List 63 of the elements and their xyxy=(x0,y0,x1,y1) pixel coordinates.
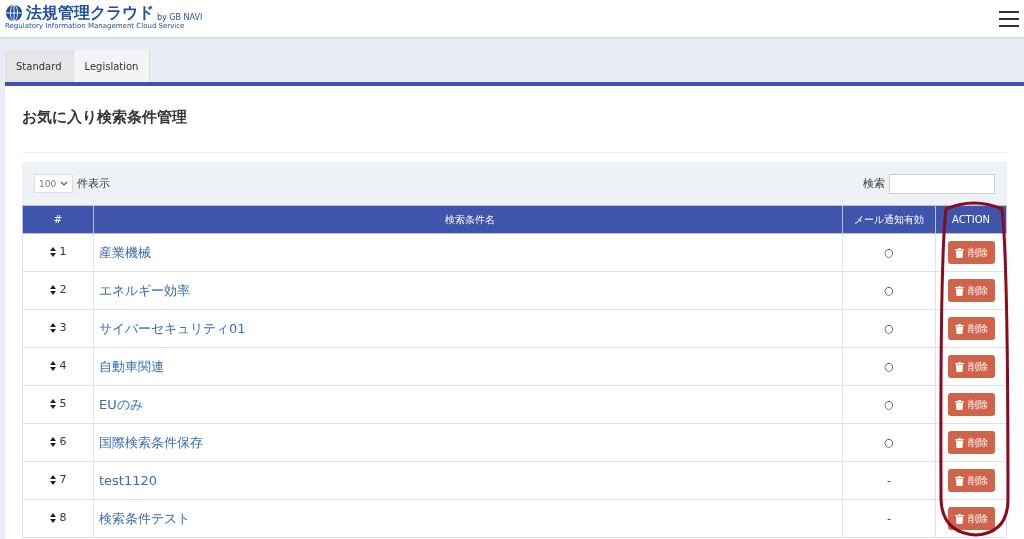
delete-button[interactable]: 削除 xyxy=(947,279,995,302)
drag-handle-icon[interactable] xyxy=(49,360,56,371)
mail-status: ○ xyxy=(884,360,894,373)
row-number: 2 xyxy=(59,283,67,297)
row-number: 1 xyxy=(59,245,67,259)
condition-link[interactable]: 国際検索条件保存 xyxy=(99,434,203,450)
delete-button[interactable]: 削除 xyxy=(947,241,995,264)
condition-link[interactable]: test1120 xyxy=(99,473,158,488)
mail-status: - xyxy=(887,512,891,525)
mail-status: - xyxy=(887,474,891,487)
condition-link[interactable]: エネルギー効率 xyxy=(99,282,190,298)
condition-link[interactable]: 検索条件テスト xyxy=(99,510,190,526)
trash-icon xyxy=(954,285,964,296)
drag-handle-icon[interactable] xyxy=(49,322,56,333)
drag-handle-icon[interactable] xyxy=(49,512,56,523)
search-field[interactable] xyxy=(889,173,995,194)
mail-status: ○ xyxy=(884,284,894,297)
chevron-down-icon xyxy=(60,181,69,186)
column-header: # xyxy=(22,205,94,234)
condition-link[interactable]: 産業機械 xyxy=(99,244,151,260)
logo-byline: by GB NAVI xyxy=(157,12,203,22)
drag-handle-icon[interactable] xyxy=(49,284,56,295)
mail-status: ○ xyxy=(884,398,894,411)
delete-button[interactable]: 削除 xyxy=(947,469,995,492)
mail-status: ○ xyxy=(884,246,894,259)
tab[interactable]: Standard xyxy=(5,50,74,82)
page-size-label: 件表示 xyxy=(77,176,111,191)
trash-icon xyxy=(954,513,964,524)
delete-button[interactable]: 削除 xyxy=(947,431,995,454)
row-number: 6 xyxy=(59,435,67,449)
condition-link[interactable]: 自動車関連 xyxy=(99,358,164,374)
trash-icon xyxy=(954,361,964,372)
delete-button[interactable]: 削除 xyxy=(947,317,995,340)
drag-handle-icon[interactable] xyxy=(49,436,56,447)
drag-handle-icon[interactable] xyxy=(49,474,56,485)
row-number: 7 xyxy=(59,473,67,487)
mail-status: ○ xyxy=(884,436,894,449)
trash-icon xyxy=(954,323,964,334)
column-header: メール通知有効 xyxy=(842,205,936,234)
trash-icon xyxy=(954,399,964,410)
delete-button[interactable]: 削除 xyxy=(947,355,995,378)
row-number: 8 xyxy=(59,511,67,525)
menu-icon[interactable] xyxy=(999,10,1019,27)
trash-icon xyxy=(954,437,964,448)
trash-icon xyxy=(954,475,964,486)
condition-link[interactable]: EUのみ xyxy=(99,396,143,412)
row-number: 4 xyxy=(59,359,67,373)
drag-handle-icon[interactable] xyxy=(49,246,56,257)
delete-button[interactable]: 削除 xyxy=(947,507,995,530)
page-title: お気に入り検索条件管理 xyxy=(22,86,1007,153)
column-header: 検索条件名 xyxy=(93,205,843,234)
page-size-select[interactable]: 100 xyxy=(34,174,74,193)
tab[interactable]: Legislation xyxy=(73,50,151,82)
globe-logo-icon xyxy=(5,3,23,22)
row-number: 5 xyxy=(59,397,67,411)
search-label: 検索 xyxy=(863,176,885,191)
drag-handle-icon[interactable] xyxy=(49,398,56,409)
row-number: 3 xyxy=(59,321,67,335)
mail-status: ○ xyxy=(884,322,894,335)
condition-link[interactable]: サイバーセキュリティ01 xyxy=(99,320,246,336)
trash-icon xyxy=(954,247,964,258)
logo-title: 法規管理クラウド xyxy=(26,3,154,22)
delete-button[interactable]: 削除 xyxy=(947,393,995,416)
